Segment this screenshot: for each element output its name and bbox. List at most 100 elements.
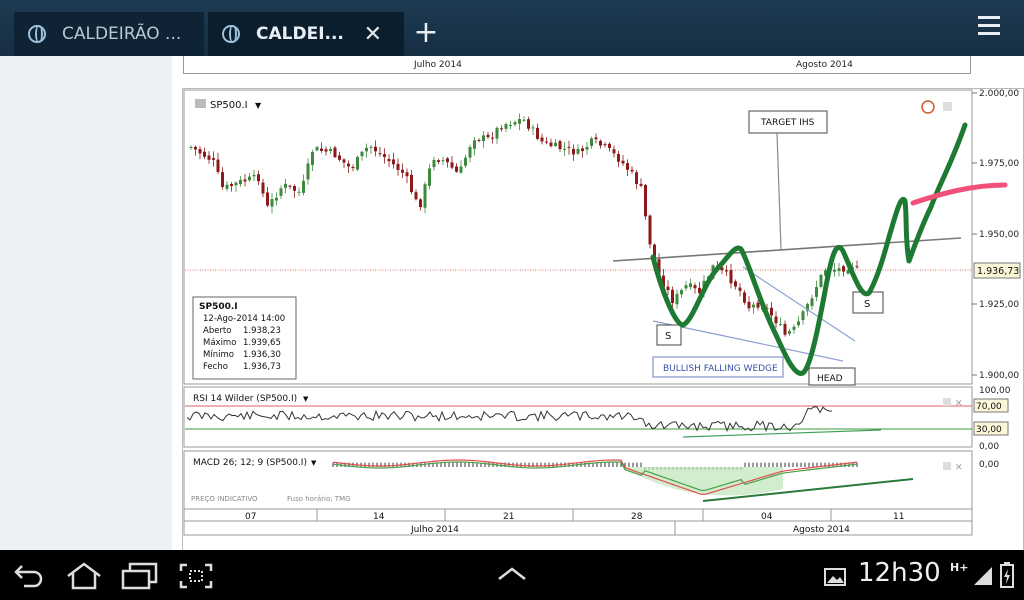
candle-body xyxy=(198,149,202,154)
home-icon[interactable] xyxy=(64,562,104,590)
screenshot-icon[interactable] xyxy=(178,562,214,590)
day-tick: 04 xyxy=(761,512,773,522)
candle-body xyxy=(342,159,346,163)
info-label: Fecho xyxy=(203,362,228,372)
close-icon[interactable]: ✕ xyxy=(955,399,963,409)
macd-pane[interactable]: MACD 26; 12; 9 (SP500.I) ▼ PREÇO INDICAT… xyxy=(183,450,999,510)
candle-body xyxy=(842,266,845,272)
candle-body xyxy=(414,192,418,200)
candle-body xyxy=(248,176,251,181)
candle-body xyxy=(500,128,503,130)
candle-body xyxy=(563,148,566,150)
timezone-note: Fuso horário: TMG xyxy=(287,495,351,503)
candle-body xyxy=(833,269,836,272)
candle-body xyxy=(522,119,526,121)
shoulder-right-label: S xyxy=(864,299,870,310)
candle-body xyxy=(693,285,697,289)
candle-body xyxy=(680,290,683,295)
back-icon[interactable] xyxy=(12,562,44,588)
chevron-down-icon[interactable]: ▼ xyxy=(311,459,317,467)
candle-body xyxy=(243,179,247,182)
chevron-down-icon[interactable]: ▼ xyxy=(255,101,262,110)
macd-zero-tick: 0,00 xyxy=(979,460,999,470)
rsi-pane[interactable]: RSI 14 Wilder (SP500.I) ▼ 100,00 70,00 3… xyxy=(183,386,1011,452)
top-axis-month-label: Agosto 2014 xyxy=(796,60,853,70)
candle-body xyxy=(788,331,791,334)
candle-body xyxy=(549,142,553,147)
candle-body xyxy=(410,174,413,193)
candle-body xyxy=(671,289,674,304)
price-tick: 1.925,00 xyxy=(979,300,1019,310)
candle-body xyxy=(333,147,337,158)
candle-body xyxy=(230,184,233,186)
candle-body xyxy=(284,183,287,188)
candle-body xyxy=(666,286,670,291)
price-tick: 2.000,00 xyxy=(979,89,1019,99)
chart-panel[interactable]: SP500.I ▼ 2.000,00 1.975,00 1.950,00 1.9… xyxy=(182,88,1024,554)
rsi-title[interactable]: RSI 14 Wilder (SP500.I) xyxy=(193,394,297,404)
candle-body xyxy=(369,146,373,148)
candle-body xyxy=(594,137,598,140)
candle-body xyxy=(203,151,206,157)
candle-body xyxy=(387,158,391,162)
chevron-up-icon[interactable] xyxy=(496,566,528,582)
candle-body xyxy=(324,149,328,152)
globe-icon xyxy=(28,25,46,43)
candle-body xyxy=(473,140,476,149)
recent-apps-icon[interactable] xyxy=(120,562,158,590)
info-label: Mínimo xyxy=(203,350,234,360)
price-pane[interactable]: SP500.I ▼ 2.000,00 1.975,00 1.950,00 1.9… xyxy=(183,89,1021,386)
info-value: 1.936,73 xyxy=(243,362,281,372)
symbol-selector[interactable]: SP500.I xyxy=(210,100,248,111)
candle-body xyxy=(432,159,436,168)
rsi-tick: 100,00 xyxy=(979,386,1011,396)
candle-body xyxy=(405,172,409,177)
candle-body xyxy=(257,174,260,182)
day-tick: 11 xyxy=(893,512,904,522)
candle-body xyxy=(261,182,265,194)
macd-title[interactable]: MACD 26; 12; 9 (SP500.I) xyxy=(193,458,307,468)
globe-icon xyxy=(222,25,240,43)
candle-body xyxy=(270,199,274,207)
close-icon[interactable]: ✕ xyxy=(955,463,963,473)
candle-body xyxy=(774,316,778,324)
candle-body xyxy=(491,137,494,139)
candle-body xyxy=(576,148,580,154)
candle-body xyxy=(837,268,841,272)
candle-body xyxy=(509,125,512,127)
chevron-down-icon[interactable]: ▼ xyxy=(303,395,309,403)
info-date: 12-Ago-2014 14:00 xyxy=(203,314,285,324)
info-title: SP500.I xyxy=(199,302,238,312)
rsi-tick: 70,00 xyxy=(976,402,1002,412)
wedge-label: BULLISH FALLING WEDGE xyxy=(663,364,778,374)
candle-body xyxy=(536,127,539,139)
candle-body xyxy=(495,127,499,139)
candle-body xyxy=(581,148,584,152)
day-tick: 28 xyxy=(631,512,643,522)
candle-body xyxy=(275,197,278,201)
candle-body xyxy=(792,326,796,330)
top-axis-month-label: Julho 2014 xyxy=(414,60,462,70)
candle-body xyxy=(437,160,440,162)
candle-body xyxy=(401,169,404,173)
close-tab-icon[interactable]: ✕ xyxy=(364,22,382,47)
candle-body xyxy=(329,149,332,151)
candle-body xyxy=(293,186,296,191)
candle-body xyxy=(590,138,593,146)
new-tab-button[interactable]: + xyxy=(408,12,444,56)
candle-body xyxy=(419,199,422,208)
target-label: TARGET IHS xyxy=(760,118,815,128)
maximize-icon[interactable] xyxy=(943,398,951,406)
tab-caldeirao-2[interactable]: CALDEI... ✕ xyxy=(208,12,404,56)
tab-caldeirao-1[interactable]: CALDEIRÃO ... xyxy=(14,12,204,56)
candle-body xyxy=(392,159,395,165)
gallery-icon[interactable] xyxy=(824,568,846,586)
candle-body xyxy=(459,166,463,173)
candle-body xyxy=(239,179,242,185)
bottom-time-axis: 07 14 21 28 04 11 Julho 2014 Agosto 2014 xyxy=(183,508,973,536)
candle-body xyxy=(747,301,751,309)
candle-body xyxy=(338,155,341,160)
menu-icon[interactable] xyxy=(978,16,1002,40)
maximize-icon[interactable] xyxy=(943,462,951,470)
maximize-icon[interactable] xyxy=(943,102,952,111)
